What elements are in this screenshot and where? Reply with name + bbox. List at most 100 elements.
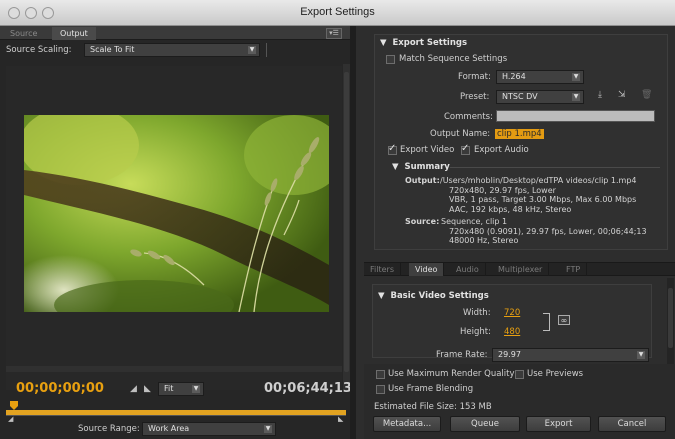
preset-dropdown[interactable]: NTSC DV ▼: [496, 90, 584, 104]
source-range-dropdown[interactable]: Work Area ▼: [142, 422, 276, 436]
out-point-marker-icon[interactable]: ◣: [338, 415, 343, 423]
summary-output-line: AAC, 192 kbps, 48 kHz, Stereo: [449, 204, 572, 214]
scrollbar-thumb[interactable]: [344, 72, 349, 372]
delete-preset-icon[interactable]: 🗑: [641, 90, 652, 100]
tab-filters[interactable]: Filters: [364, 263, 401, 276]
summary-output-label: Output:: [405, 176, 440, 185]
source-scaling-dropdown[interactable]: Scale To Fit ▼: [84, 43, 260, 57]
source-output-panel: Source Output ▾☰ Source Scaling: Scale T…: [0, 26, 352, 439]
tab-source[interactable]: Source: [2, 27, 45, 40]
export-video-checkbox[interactable]: [388, 143, 397, 155]
preview-horizontal-scrollbar[interactable]: [6, 366, 342, 372]
summary-toggle[interactable]: ▼ Summary: [392, 162, 450, 172]
max-render-quality-label: Use Maximum Render Quality: [388, 369, 515, 379]
export-audio-checkbox[interactable]: [461, 143, 470, 155]
source-scaling-label: Source Scaling:: [6, 45, 72, 55]
window-title: Export Settings: [300, 6, 375, 18]
frame-rate-dropdown[interactable]: 29.97 ▼: [492, 348, 649, 362]
frame-blending-checkbox[interactable]: [376, 385, 385, 394]
width-label: Width:: [463, 308, 491, 318]
summary-source-line: Sequence, clip 1: [441, 217, 508, 226]
summary-source-line: 48000 Hz, Stereo: [449, 236, 519, 245]
aspect-bracket: [543, 313, 550, 331]
comments-label: Comments:: [444, 112, 493, 122]
import-preset-icon[interactable]: ⇲: [618, 90, 626, 100]
set-out-point-icon[interactable]: ◣: [144, 384, 151, 394]
summary-source-text: Sequence, clip 1 720x480 (0.9091), 29.97…: [441, 217, 647, 246]
chevron-down-icon: ▼: [248, 46, 256, 54]
settings-scrollbar[interactable]: [667, 278, 674, 364]
match-sequence-label: Match Sequence Settings: [399, 54, 508, 64]
frame-rate-label: Frame Rate:: [436, 350, 488, 360]
save-preset-icon[interactable]: ⤓: [598, 90, 602, 100]
preset-value: NTSC DV: [502, 92, 538, 101]
duration-timecode: 00;06;44;13: [264, 381, 352, 396]
tab-audio[interactable]: Audio: [450, 263, 486, 276]
comments-field[interactable]: [496, 110, 655, 122]
match-sequence-checkbox[interactable]: [386, 55, 395, 64]
metadata-button[interactable]: Metadata...: [373, 416, 441, 432]
height-value[interactable]: 480: [504, 327, 520, 337]
current-timecode[interactable]: 00;00;00;00: [16, 381, 104, 396]
chevron-down-icon: ▼: [572, 93, 580, 101]
tab-video[interactable]: Video: [409, 263, 445, 276]
summary-output-line: VBR, 1 pass, Target 3.00 Mbps, Max 6.00 …: [449, 195, 637, 204]
export-settings-toggle[interactable]: ▼ Export Settings: [380, 38, 467, 48]
tab-output[interactable]: Output: [52, 27, 96, 40]
title-bar: Export Settings: [0, 0, 675, 26]
export-video-label: Export Video: [400, 145, 455, 155]
settings-tab-row: Filters Video Audio Multiplexer FTP: [364, 262, 675, 276]
link-aspect-icon[interactable]: ∞: [558, 315, 570, 325]
queue-button[interactable]: Queue: [450, 416, 520, 432]
format-value: H.264: [502, 72, 526, 81]
width-value[interactable]: 720: [504, 308, 520, 318]
export-audio-label: Export Audio: [474, 145, 529, 155]
use-previews-label: Use Previews: [527, 369, 584, 379]
export-button[interactable]: Export: [526, 416, 591, 432]
chevron-down-icon: ▼: [572, 73, 580, 81]
max-render-quality-checkbox[interactable]: [376, 370, 385, 379]
divider: [266, 43, 267, 57]
playhead-icon[interactable]: [10, 401, 19, 410]
summary-divider: [450, 167, 660, 168]
video-preview-frame: [24, 115, 329, 312]
use-previews-checkbox[interactable]: [515, 370, 524, 379]
source-scaling-value: Scale To Fit: [90, 45, 135, 54]
preset-label: Preset:: [460, 92, 490, 102]
chevron-down-icon: ▼: [637, 351, 645, 359]
frame-rate-value: 29.97: [498, 350, 521, 359]
panel-menu-icon[interactable]: ▾☰: [326, 28, 342, 39]
estimated-file-size: Estimated File Size: 153 MB: [374, 402, 492, 412]
zoom-fit-value: Fit: [164, 384, 174, 393]
format-label: Format:: [458, 72, 491, 82]
chevron-down-icon: ▼: [264, 425, 272, 433]
summary-source-line: 720x480 (0.9091), 29.97 fps, Lower, 00;0…: [449, 226, 647, 236]
summary-header: Summary: [404, 162, 450, 172]
tab-ftp[interactable]: FTP: [560, 263, 588, 276]
preview-scrollbar[interactable]: [343, 64, 350, 392]
export-settings-panel: ▼ Export Settings Match Sequence Setting…: [356, 26, 675, 439]
summary-output-line: /Users/mhoblin/Desktop/edTPA videos/clip…: [440, 176, 637, 185]
frame-blending-label: Use Frame Blending: [388, 384, 474, 394]
summary-output-text: /Users/mhoblin/Desktop/edTPA videos/clip…: [440, 176, 637, 214]
scrollbar-thumb[interactable]: [668, 288, 673, 348]
export-settings-header: Export Settings: [392, 38, 468, 48]
format-dropdown[interactable]: H.264 ▼: [496, 70, 584, 84]
source-range-label: Source Range:: [78, 424, 140, 434]
zoom-fit-dropdown[interactable]: Fit ▼: [158, 382, 204, 396]
basic-video-settings-toggle[interactable]: ▼ Basic Video Settings: [378, 291, 489, 301]
output-name-label: Output Name:: [430, 129, 491, 139]
in-point-marker-icon[interactable]: ◢: [8, 415, 13, 423]
source-range-value: Work Area: [148, 424, 190, 433]
cancel-button[interactable]: Cancel: [598, 416, 666, 432]
panel-tab-row: Source Output ▾☰: [0, 26, 350, 40]
timeline-track: [6, 415, 346, 416]
set-in-point-icon[interactable]: ◢: [130, 384, 137, 394]
summary-source-label: Source:: [405, 217, 440, 226]
summary-output-line: 720x480, 29.97 fps, Lower: [449, 185, 556, 195]
chevron-down-icon: ▼: [192, 385, 200, 393]
tab-multiplexer[interactable]: Multiplexer: [492, 263, 550, 276]
height-label: Height:: [460, 327, 491, 337]
output-name-link[interactable]: clip 1.mp4: [495, 129, 544, 139]
basic-video-settings-header: Basic Video Settings: [390, 291, 489, 301]
